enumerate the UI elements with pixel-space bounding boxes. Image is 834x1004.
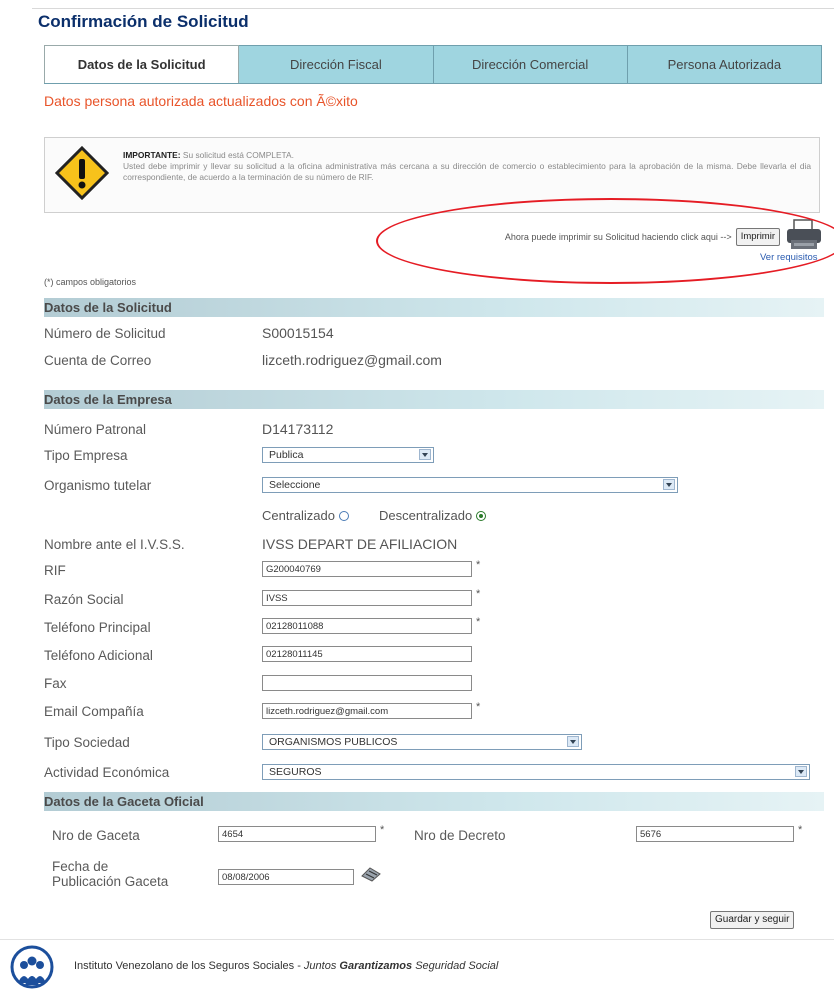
top-divider (32, 8, 834, 9)
chevron-down-icon[interactable] (419, 449, 431, 460)
centralizado-label: Centralizado (262, 508, 335, 523)
required-mark: * (476, 701, 481, 713)
organismo-tutelar-value: Seleccione (269, 479, 321, 491)
chevron-down-icon[interactable] (795, 766, 807, 777)
required-mark: * (476, 559, 481, 571)
email-compania-input[interactable] (262, 703, 472, 719)
rif-input[interactable] (262, 561, 472, 577)
notice-text: IMPORTANTE: Su solicitud está COMPLETA. … (123, 150, 811, 183)
fecha-label-line-2: Publicación Gaceta (52, 874, 169, 889)
tab-persona-autorizada[interactable]: Persona Autorizada (627, 45, 822, 83)
telefono-adicional-label: Teléfono Adicional (44, 648, 153, 663)
tab-underline (44, 83, 822, 84)
notice-body: Usted debe imprimir y llevar su solicitu… (123, 161, 811, 182)
print-prompt: Ahora puede imprimir su Solicitud hacien… (504, 232, 732, 242)
tipo-empresa-label: Tipo Empresa (44, 448, 128, 463)
centralizado-radio[interactable] (339, 510, 349, 521)
notice-heading: IMPORTANTE: (123, 150, 181, 160)
page-title: Confirmación de Solicitud (38, 12, 249, 31)
tipo-sociedad-value: ORGANISMOS PUBLICOS (269, 736, 398, 748)
fax-input[interactable] (262, 675, 472, 691)
tipo-empresa-select[interactable]: Publica (262, 447, 434, 463)
actividad-economica-value: SEGUROS (269, 766, 322, 778)
fecha-publicacion-input[interactable] (218, 869, 354, 885)
tipo-sociedad-label: Tipo Sociedad (44, 735, 130, 750)
telefono-principal-input[interactable] (262, 618, 472, 634)
required-mark: * (380, 824, 385, 836)
descentralizado-radio[interactable] (476, 510, 487, 521)
rif-label: RIF (44, 563, 66, 578)
section-header-gaceta: Datos de la Gaceta Oficial (44, 792, 824, 811)
actividad-economica-select[interactable]: SEGUROS (262, 764, 810, 780)
printer-icon[interactable] (784, 218, 824, 254)
nro-decreto-label: Nro de Decreto (414, 828, 506, 843)
organismo-tutelar-label: Organismo tutelar (44, 478, 152, 493)
warning-icon (55, 146, 109, 200)
footer-slogan-1: Juntos (303, 960, 340, 972)
section-header-solicitud: Datos de la Solicitud (44, 298, 824, 317)
footer-slogan-3: Seguridad Social (412, 960, 499, 972)
nro-decreto-input[interactable] (636, 826, 794, 842)
fax-label: Fax (44, 676, 67, 691)
nro-gaceta-label: Nro de Gaceta (52, 828, 140, 843)
tab-datos-solicitud[interactable]: Datos de la Solicitud (44, 45, 240, 83)
required-mark: * (476, 588, 481, 600)
numero-solicitud-label: Número de Solicitud (44, 326, 166, 341)
tab-bar: Datos de la Solicitud Dirección Fiscal D… (44, 45, 822, 83)
chevron-down-icon[interactable] (663, 479, 675, 490)
numero-patronal-label: Número Patronal (44, 422, 147, 437)
fecha-publicacion-label: Fecha de Publicación Gaceta (52, 859, 168, 889)
guardar-seguir-button[interactable]: Guardar y seguir (710, 911, 795, 929)
required-mark: * (798, 824, 803, 836)
footer-slogan-2: Garantizamos (339, 960, 413, 972)
ivss-logo (10, 945, 54, 989)
required-mark: * (476, 616, 481, 628)
descentralizado-label: Descentralizado (379, 508, 473, 523)
chevron-down-icon[interactable] (567, 736, 579, 747)
razon-social-input[interactable] (262, 590, 472, 606)
footer-institution: Instituto Venezolano de los Seguros Soci… (74, 960, 304, 972)
calendar-icon[interactable] (360, 866, 382, 882)
required-note: (*) campos obligatorios (44, 277, 137, 287)
actividad-economica-label: Actividad Económica (44, 765, 170, 780)
numero-solicitud-value: S00015154 (262, 325, 334, 341)
telefono-principal-label: Teléfono Principal (44, 620, 151, 635)
success-message: Datos persona autorizada actualizados co… (44, 93, 358, 109)
nombre-ivss-label: Nombre ante el I.V.S.S. (44, 537, 185, 552)
tipo-empresa-value: Publica (269, 449, 304, 461)
tab-direccion-comercial[interactable]: Dirección Comercial (433, 45, 628, 83)
numero-patronal-value: D14173112 (262, 421, 334, 437)
centralizacion-radio-group: Centralizado Descentralizado (262, 508, 487, 523)
section-header-empresa: Datos de la Empresa (44, 390, 824, 409)
telefono-adicional-input[interactable] (262, 646, 472, 662)
fecha-label-line-1: Fecha de (52, 859, 109, 874)
notice-box: IMPORTANTE: Su solicitud está COMPLETA. … (44, 137, 820, 213)
cuenta-correo-value: lizceth.rodriguez@gmail.com (262, 352, 442, 368)
print-button[interactable]: Imprimir (735, 228, 780, 246)
requirements-link[interactable]: Ver requisitos (760, 252, 818, 263)
organismo-tutelar-select[interactable]: Seleccione (262, 477, 678, 493)
print-row: Ahora puede imprimir su Solicitud hacien… (380, 228, 780, 246)
cuenta-correo-label: Cuenta de Correo (44, 353, 152, 368)
nro-gaceta-input[interactable] (218, 826, 376, 842)
email-compania-label: Email Compañía (44, 704, 144, 719)
tab-direccion-fiscal[interactable]: Dirección Fiscal (239, 45, 434, 83)
tipo-sociedad-select[interactable]: ORGANISMOS PUBLICOS (262, 734, 582, 750)
footer-divider (0, 939, 834, 940)
razon-social-label: Razón Social (44, 592, 124, 607)
footer-text: Instituto Venezolano de los Seguros Soci… (74, 960, 498, 972)
notice-status: Su solicitud está COMPLETA. (182, 150, 294, 160)
nombre-ivss-value: IVSS DEPART DE AFILIACION (262, 536, 458, 552)
